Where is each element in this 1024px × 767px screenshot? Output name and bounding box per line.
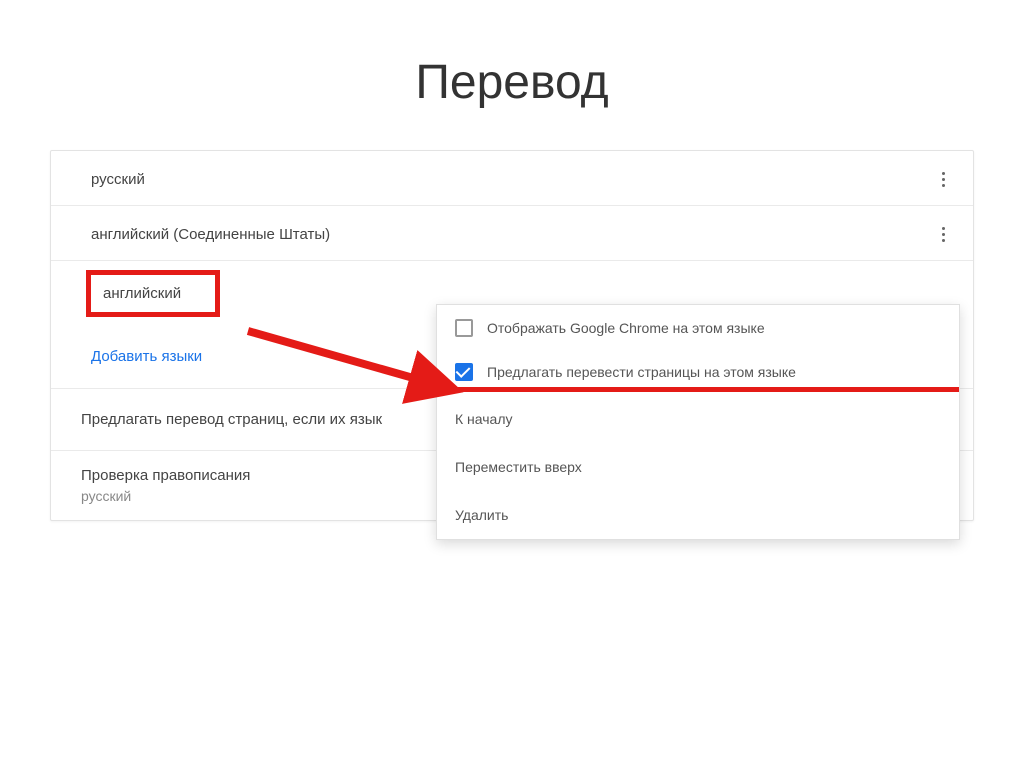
language-options-popup: Отображать Google Chrome на этом языке П… xyxy=(436,304,960,540)
language-row-english-us[interactable]: английский (Соединенные Штаты) xyxy=(51,206,973,261)
language-label: английский xyxy=(103,285,181,302)
more-vert-icon[interactable] xyxy=(931,222,955,246)
popup-action-delete[interactable]: Удалить xyxy=(437,491,959,539)
more-vert-icon[interactable] xyxy=(931,167,955,191)
highlight-box[interactable]: английский xyxy=(91,275,215,312)
language-row-russian[interactable]: русский xyxy=(51,151,973,206)
language-label: английский (Соединенные Штаты) xyxy=(91,226,330,243)
annotation-underline xyxy=(451,387,959,392)
add-languages-link[interactable]: Добавить языки xyxy=(91,348,202,365)
page-title-area: Перевод xyxy=(0,0,1024,150)
language-label: русский xyxy=(91,171,145,188)
popup-option-label: Отображать Google Chrome на этом языке xyxy=(487,320,765,336)
popup-action-move-up[interactable]: Переместить вверх xyxy=(437,443,959,491)
popup-action-to-top[interactable]: К началу xyxy=(437,395,959,443)
checkbox-checked-icon[interactable] xyxy=(455,363,473,381)
popup-option-display-chrome[interactable]: Отображать Google Chrome на этом языке xyxy=(437,305,959,349)
popup-option-label: Предлагать перевести страницы на этом яз… xyxy=(487,364,796,380)
offer-translate-label: Предлагать перевод страниц, если их язык xyxy=(81,411,382,428)
checkbox-unchecked-icon[interactable] xyxy=(455,319,473,337)
popup-option-offer-translate[interactable]: Предлагать перевести страницы на этом яз… xyxy=(437,349,959,395)
page-title: Перевод xyxy=(0,55,1024,110)
